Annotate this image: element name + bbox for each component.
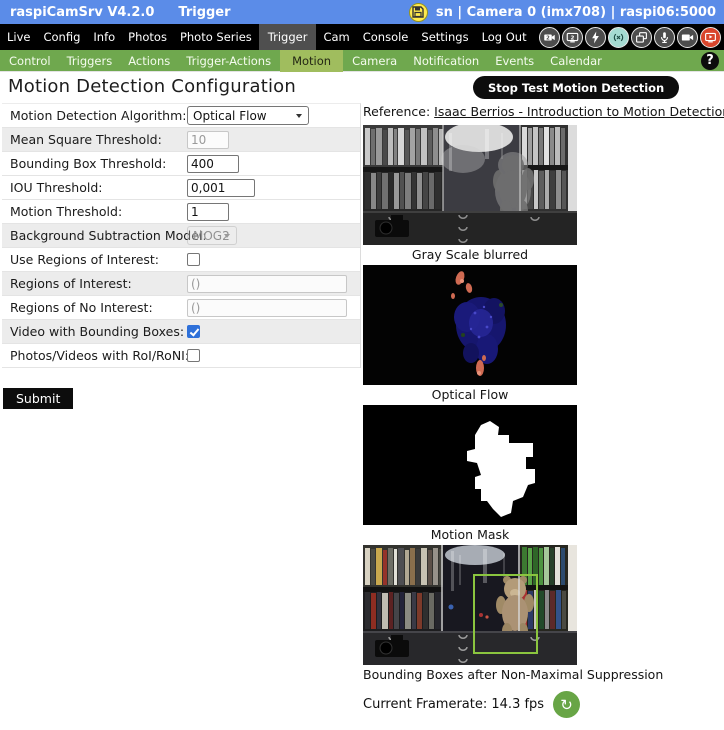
motion-detection-form: Motion Detection Algorithm: Optical Flow… (2, 103, 361, 368)
form-row-video-with-bounding-boxes: Video with Bounding Boxes: (2, 320, 360, 344)
nav-item-photos[interactable]: Photos (122, 24, 173, 50)
reference-link[interactable]: Isaac Berrios - Introduction to Motion D… (434, 104, 724, 119)
subnav-item-calendar[interactable]: Calendar (543, 50, 609, 72)
form-row-photos-videos-roi-roni: Photos/Videos with RoI/RoNI: (2, 344, 360, 368)
save-icon[interactable] (409, 3, 428, 22)
field-label: Video with Bounding Boxes: (10, 324, 187, 339)
field-label: Photos/Videos with RoI/RoNI: (10, 348, 187, 363)
form-row-bounding-box-threshold: Bounding Box Threshold: (2, 152, 360, 176)
stop-test-motion-detection-button[interactable]: Stop Test Motion Detection (473, 76, 679, 99)
field-label: Mean Square Threshold: (10, 132, 187, 147)
nav-item-live[interactable]: Live (1, 24, 36, 50)
regions-of-interest-input (187, 275, 347, 293)
framerate-value: 14.3 fps (491, 697, 544, 712)
form-row-regions-of-interest: Regions of Interest: (2, 272, 360, 296)
field-label: Background Subtraction Model: (10, 228, 187, 243)
motion-threshold-input[interactable] (187, 203, 229, 221)
caption-gray-scale-blurred: Gray Scale blurred (363, 245, 577, 265)
subnav-item-camera[interactable]: Camera (345, 50, 404, 72)
caption-bounding-boxes: Bounding Boxes after Non-Maximal Suppres… (363, 665, 577, 685)
titlebar-page-name: Trigger (178, 5, 230, 20)
app-title: raspiCamSrv V4.2.0 (10, 5, 154, 20)
background-subtraction-model-select: MOG2 (187, 226, 237, 245)
nav-item-trigger[interactable]: Trigger (259, 24, 317, 50)
field-label: Regions of No Interest: (10, 300, 187, 315)
refresh-framerate-button[interactable]: ↻ (553, 691, 580, 718)
photos-videos-roi-roni-checkbox[interactable] (187, 349, 200, 362)
framerate-row: Current Framerate: 14.3 fps ↻ (363, 691, 721, 718)
subnav-item-notification[interactable]: Notification (406, 50, 486, 72)
framerate-label: Current Framerate: (363, 697, 487, 712)
titlebar: raspiCamSrv V4.2.0 Trigger sn | Camera 0… (0, 0, 724, 24)
chevron-down-icon (296, 114, 302, 118)
nav-item-logout[interactable]: Log Out (476, 24, 533, 50)
recording-icon[interactable] (700, 27, 721, 48)
refresh-icon: ↻ (560, 696, 573, 714)
reference-label: Reference: (363, 104, 430, 119)
subnav-item-trigger-actions[interactable]: Trigger-Actions (179, 50, 278, 72)
status-text: sn | Camera 0 (imx708) | raspi06:5000 (436, 5, 716, 20)
subnav-item-events[interactable]: Events (488, 50, 541, 72)
form-row-background-subtraction-model: Background Subtraction Model: MOG2 (2, 224, 360, 248)
field-label: Use Regions of Interest: (10, 252, 187, 267)
page-title: Motion Detection Configuration (8, 76, 296, 97)
iou-threshold-input[interactable] (187, 179, 255, 197)
main-nav: Live Config Info Photos Photo Series Tri… (0, 24, 724, 50)
flash-icon[interactable] (585, 27, 606, 48)
form-row-iou-threshold: IOU Threshold: (2, 176, 360, 200)
motion-mask-image (363, 405, 577, 525)
sub-nav: Control Triggers Actions Trigger-Actions… (0, 50, 724, 72)
form-row-motion-threshold: Motion Threshold: (2, 200, 360, 224)
nav-item-cam[interactable]: Cam (317, 24, 355, 50)
nav-item-console[interactable]: Console (357, 24, 415, 50)
field-label: IOU Threshold: (10, 180, 187, 195)
svg-text:2: 2 (571, 35, 575, 41)
form-row-regions-of-no-interest: Regions of No Interest: (2, 296, 360, 320)
field-label: Motion Threshold: (10, 204, 187, 219)
caption-motion-mask: Motion Mask (363, 525, 577, 545)
video-camera-icon[interactable] (677, 27, 698, 48)
display-2-icon[interactable]: 2 (562, 27, 583, 48)
nav-status-icons: 2 2 (539, 27, 721, 48)
subnav-item-triggers[interactable]: Triggers (60, 50, 120, 72)
preview-column: Reference: Isaac Berrios - Introduction … (363, 104, 721, 718)
caption-optical-flow: Optical Flow (363, 385, 577, 405)
chevron-down-icon (224, 234, 230, 238)
subnav-item-actions[interactable]: Actions (121, 50, 177, 72)
form-row-use-regions-of-interest: Use Regions of Interest: (2, 248, 360, 272)
use-regions-of-interest-checkbox[interactable] (187, 253, 200, 266)
motion-active-icon[interactable] (608, 27, 629, 48)
nav-item-config[interactable]: Config (37, 24, 86, 50)
submit-button[interactable]: Submit (3, 388, 73, 409)
field-label: Bounding Box Threshold: (10, 156, 187, 171)
optical-flow-image (363, 265, 577, 385)
video-camera-2-icon[interactable]: 2 (539, 27, 560, 48)
field-label: Motion Detection Algorithm: (10, 108, 187, 123)
svg-text:2: 2 (546, 35, 550, 41)
algorithm-select[interactable]: Optical Flow (187, 106, 309, 125)
video-with-bounding-boxes-checkbox[interactable] (187, 325, 200, 338)
nav-item-photo-series[interactable]: Photo Series (174, 24, 258, 50)
subnav-item-control[interactable]: Control (2, 50, 58, 72)
windows-icon[interactable] (631, 27, 652, 48)
titlebar-right: sn | Camera 0 (imx708) | raspi06:5000 (409, 3, 716, 22)
help-icon[interactable]: ? (701, 52, 719, 70)
algorithm-select-value: Optical Flow (193, 109, 267, 123)
bounding-boxes-image (363, 545, 577, 665)
field-label: Regions of Interest: (10, 276, 187, 291)
nav-item-settings[interactable]: Settings (415, 24, 474, 50)
nav-item-info[interactable]: Info (87, 24, 121, 50)
regions-of-no-interest-input (187, 299, 347, 317)
subnav-item-motion[interactable]: Motion (280, 50, 343, 72)
microphone-icon[interactable] (654, 27, 675, 48)
mean-square-threshold-input (187, 131, 229, 149)
reference-line: Reference: Isaac Berrios - Introduction … (363, 104, 721, 119)
grayscale-blurred-image (363, 125, 577, 245)
bounding-box-threshold-input[interactable] (187, 155, 239, 173)
framerate-text: Current Framerate: 14.3 fps (363, 697, 544, 712)
form-row-algorithm: Motion Detection Algorithm: Optical Flow (2, 104, 360, 128)
form-row-mean-square-threshold: Mean Square Threshold: (2, 128, 360, 152)
